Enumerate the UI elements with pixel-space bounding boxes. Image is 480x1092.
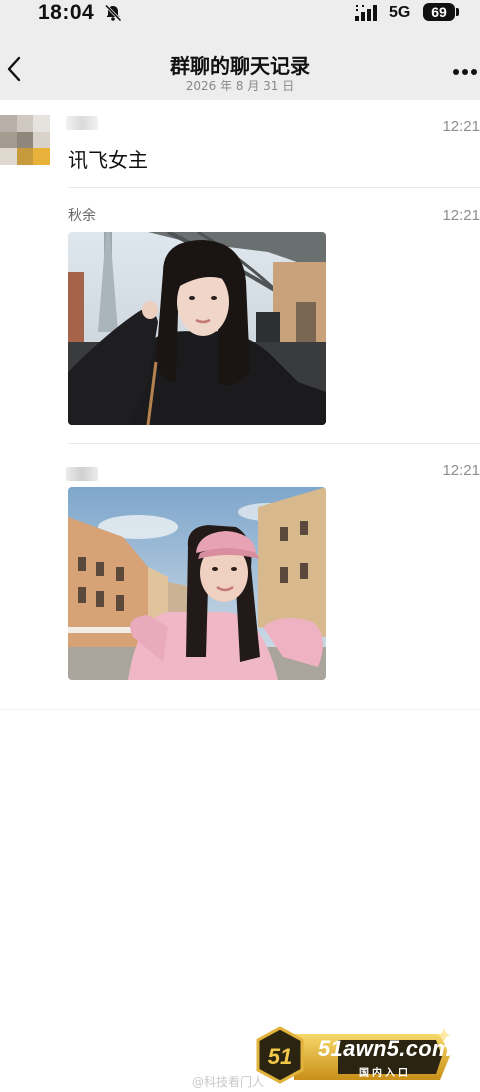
status-time: 18:04	[38, 1, 95, 24]
divider	[68, 187, 480, 188]
message-time: 12:21	[442, 462, 480, 479]
watermark-site-text: 51awn5.com	[318, 1036, 452, 1061]
page-subtitle-date: 2026 年 8 月 31 日	[185, 79, 295, 93]
avatar[interactable]	[0, 115, 50, 165]
message-time: 12:21	[442, 207, 480, 224]
weibo-watermark: @科技看门人	[192, 1075, 265, 1089]
battery-indicator: 69	[423, 3, 455, 21]
more-dots-icon[interactable]	[452, 68, 478, 76]
sender-name-blurred	[66, 467, 98, 481]
divider	[0, 709, 480, 710]
sender-name-blurred	[66, 116, 98, 130]
battery-tip	[456, 8, 459, 16]
watermark-entry-text: 国内入口	[359, 1068, 411, 1079]
signal-icon	[355, 5, 377, 21]
message-photo-selfie-pink[interactable]	[68, 487, 326, 680]
sender-name: 秋余	[68, 208, 96, 224]
watermark-logo-51: 51	[268, 1044, 292, 1069]
status-bar: 18:04 5G 69	[0, 0, 480, 26]
chat-record-header: 群聊的聊天记录 2026 年 8 月 31 日	[0, 26, 480, 100]
divider	[68, 443, 480, 444]
message-text[interactable]: 讯飞女主	[68, 144, 148, 173]
message-time: 12:21	[442, 118, 480, 135]
network-type: 5G	[389, 4, 411, 21]
message-photo-selfie-black[interactable]	[68, 232, 326, 425]
mute-icon	[104, 4, 122, 22]
page-title: 群聊的聊天记录	[170, 54, 310, 78]
